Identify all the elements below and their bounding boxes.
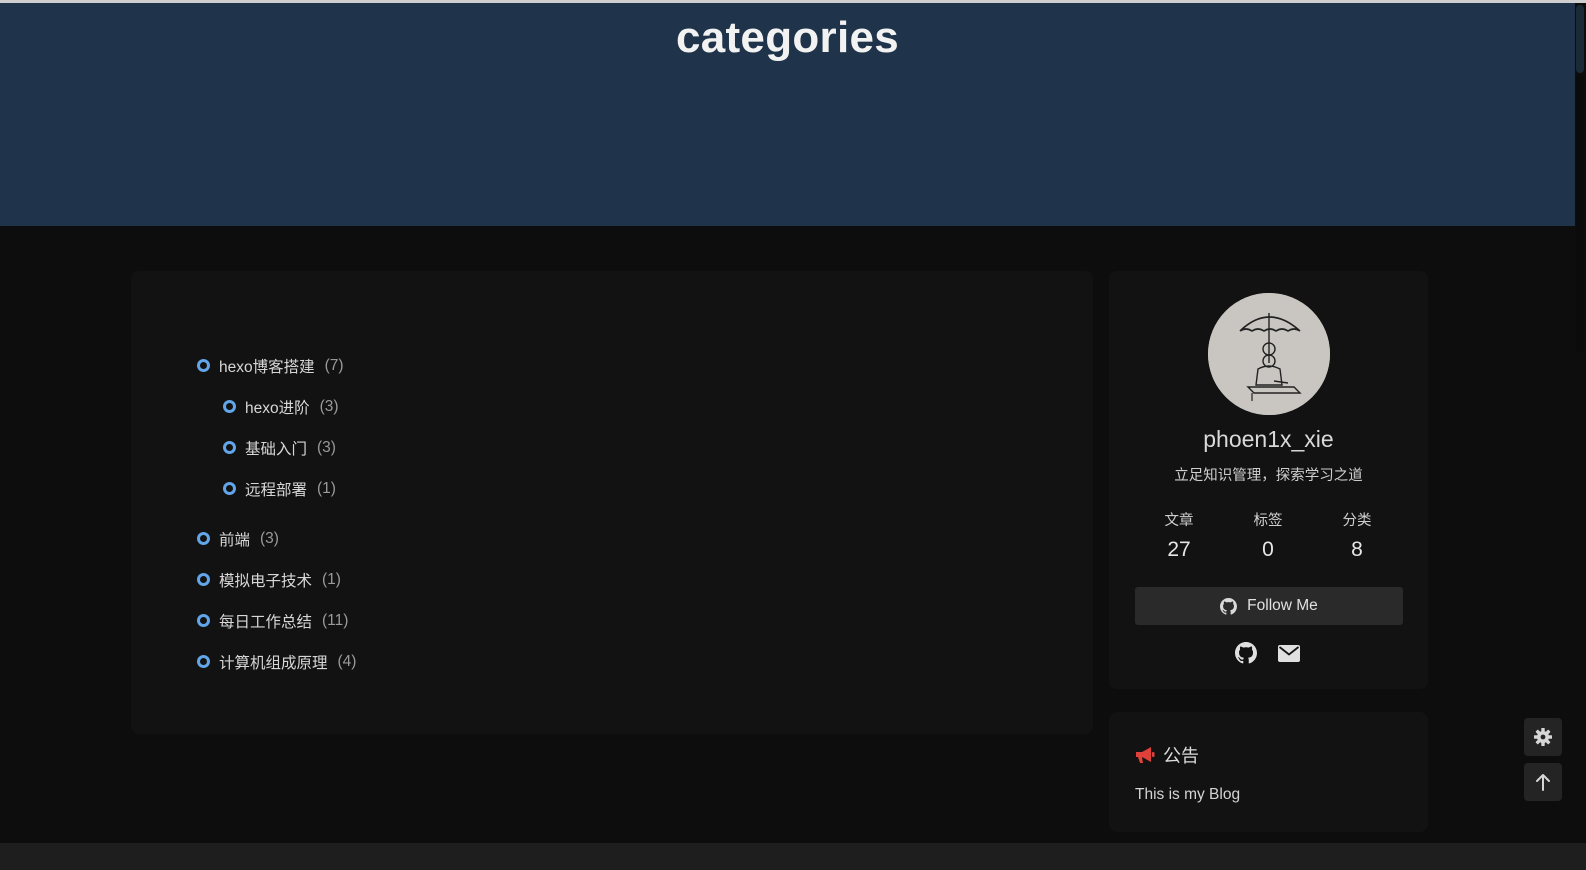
category-name[interactable]: 前端 bbox=[219, 528, 250, 550]
bullet-icon bbox=[223, 441, 236, 454]
category-item-basics[interactable]: 基础入门 (3) bbox=[223, 427, 356, 468]
bullhorn-icon bbox=[1136, 747, 1155, 763]
author-description: 立足知识管理，探索学习之道 bbox=[1174, 468, 1363, 484]
notice-title: 公告 bbox=[1135, 742, 1199, 768]
avatar-illustration bbox=[1208, 293, 1330, 415]
notice-text: This is my Blog bbox=[1135, 786, 1241, 803]
author-card: phoen1x_xie 立足知识管理，探索学习之道 文章 27 标签 0 分类 … bbox=[1109, 271, 1428, 689]
envelope-icon bbox=[1278, 644, 1300, 662]
page-title: categories bbox=[675, 13, 900, 62]
stat-tags[interactable]: 标签 0 bbox=[1228, 509, 1308, 562]
category-item-analog-electronics[interactable]: 模拟电子技术 (1) bbox=[197, 559, 356, 600]
stat-label: 文章 bbox=[1164, 513, 1194, 529]
categories-card: hexo博客搭建 (7) hexo进阶 (3) 基础入门 (3) 远程部署 (1… bbox=[131, 271, 1093, 734]
bullet-icon bbox=[223, 482, 236, 495]
category-count: (3) bbox=[260, 529, 279, 547]
bullet-icon bbox=[197, 614, 210, 627]
stat-categories[interactable]: 分类 8 bbox=[1317, 509, 1397, 562]
stat-articles[interactable]: 文章 27 bbox=[1139, 509, 1219, 562]
notice-card: 公告 This is my Blog bbox=[1109, 712, 1428, 832]
github-icon bbox=[1220, 597, 1238, 615]
category-count: (1) bbox=[322, 570, 341, 588]
category-list: hexo博客搭建 (7) hexo进阶 (3) 基础入门 (3) 远程部署 (1… bbox=[197, 345, 356, 682]
page-header: categories bbox=[0, 3, 1575, 226]
bullet-icon bbox=[197, 573, 210, 586]
footer bbox=[0, 843, 1586, 870]
stat-label: 标签 bbox=[1253, 513, 1283, 529]
stat-value: 0 bbox=[1262, 538, 1274, 561]
avatar[interactable] bbox=[1208, 293, 1330, 415]
category-count: (3) bbox=[319, 397, 339, 415]
category-item-hexo-advanced[interactable]: hexo进阶 (3) bbox=[223, 386, 356, 427]
category-item-frontend[interactable]: 前端 (3) bbox=[197, 518, 356, 559]
follow-me-label: Follow Me bbox=[1247, 597, 1318, 614]
email-link[interactable] bbox=[1276, 640, 1302, 666]
category-name[interactable]: 远程部署 bbox=[245, 478, 307, 500]
settings-button[interactable] bbox=[1524, 718, 1562, 756]
category-item-daily-summary[interactable]: 每日工作总结 (11) bbox=[197, 600, 356, 641]
stat-label: 分类 bbox=[1342, 513, 1372, 529]
category-count: (1) bbox=[317, 479, 336, 497]
stat-value: 8 bbox=[1351, 538, 1363, 561]
github-link[interactable] bbox=[1233, 640, 1259, 666]
category-name[interactable]: 基础入门 bbox=[245, 437, 307, 459]
scrollbar-thumb-secondary[interactable] bbox=[1576, 75, 1584, 353]
bullet-icon bbox=[197, 359, 210, 372]
scrollbar-thumb[interactable] bbox=[1576, 5, 1584, 73]
github-icon bbox=[1235, 642, 1257, 664]
bullet-icon bbox=[197, 532, 210, 545]
author-name: phoen1x_xie bbox=[1203, 426, 1334, 452]
bullet-icon bbox=[197, 655, 210, 668]
category-count: (11) bbox=[322, 611, 349, 629]
arrow-up-icon bbox=[1536, 774, 1550, 791]
category-name[interactable]: hexo进阶 bbox=[245, 396, 310, 418]
stat-value: 27 bbox=[1167, 538, 1191, 561]
category-name[interactable]: 模拟电子技术 bbox=[219, 569, 312, 591]
follow-me-button[interactable]: Follow Me bbox=[1135, 587, 1403, 625]
category-item-remote-deploy[interactable]: 远程部署 (1) bbox=[223, 468, 356, 509]
category-count: (7) bbox=[324, 356, 344, 374]
category-item-computer-organization[interactable]: 计算机组成原理 (4) bbox=[197, 641, 356, 682]
notice-title-text: 公告 bbox=[1163, 746, 1199, 766]
category-count: (4) bbox=[337, 652, 357, 670]
category-count: (3) bbox=[317, 438, 336, 456]
category-item-hexo[interactable]: hexo博客搭建 (7) bbox=[197, 345, 356, 386]
category-name[interactable]: 每日工作总结 bbox=[219, 610, 312, 632]
bullet-icon bbox=[223, 400, 236, 413]
category-name[interactable]: 计算机组成原理 bbox=[219, 651, 328, 673]
category-name[interactable]: hexo博客搭建 bbox=[219, 355, 315, 377]
gear-icon bbox=[1534, 728, 1552, 746]
back-to-top-button[interactable] bbox=[1524, 763, 1562, 801]
